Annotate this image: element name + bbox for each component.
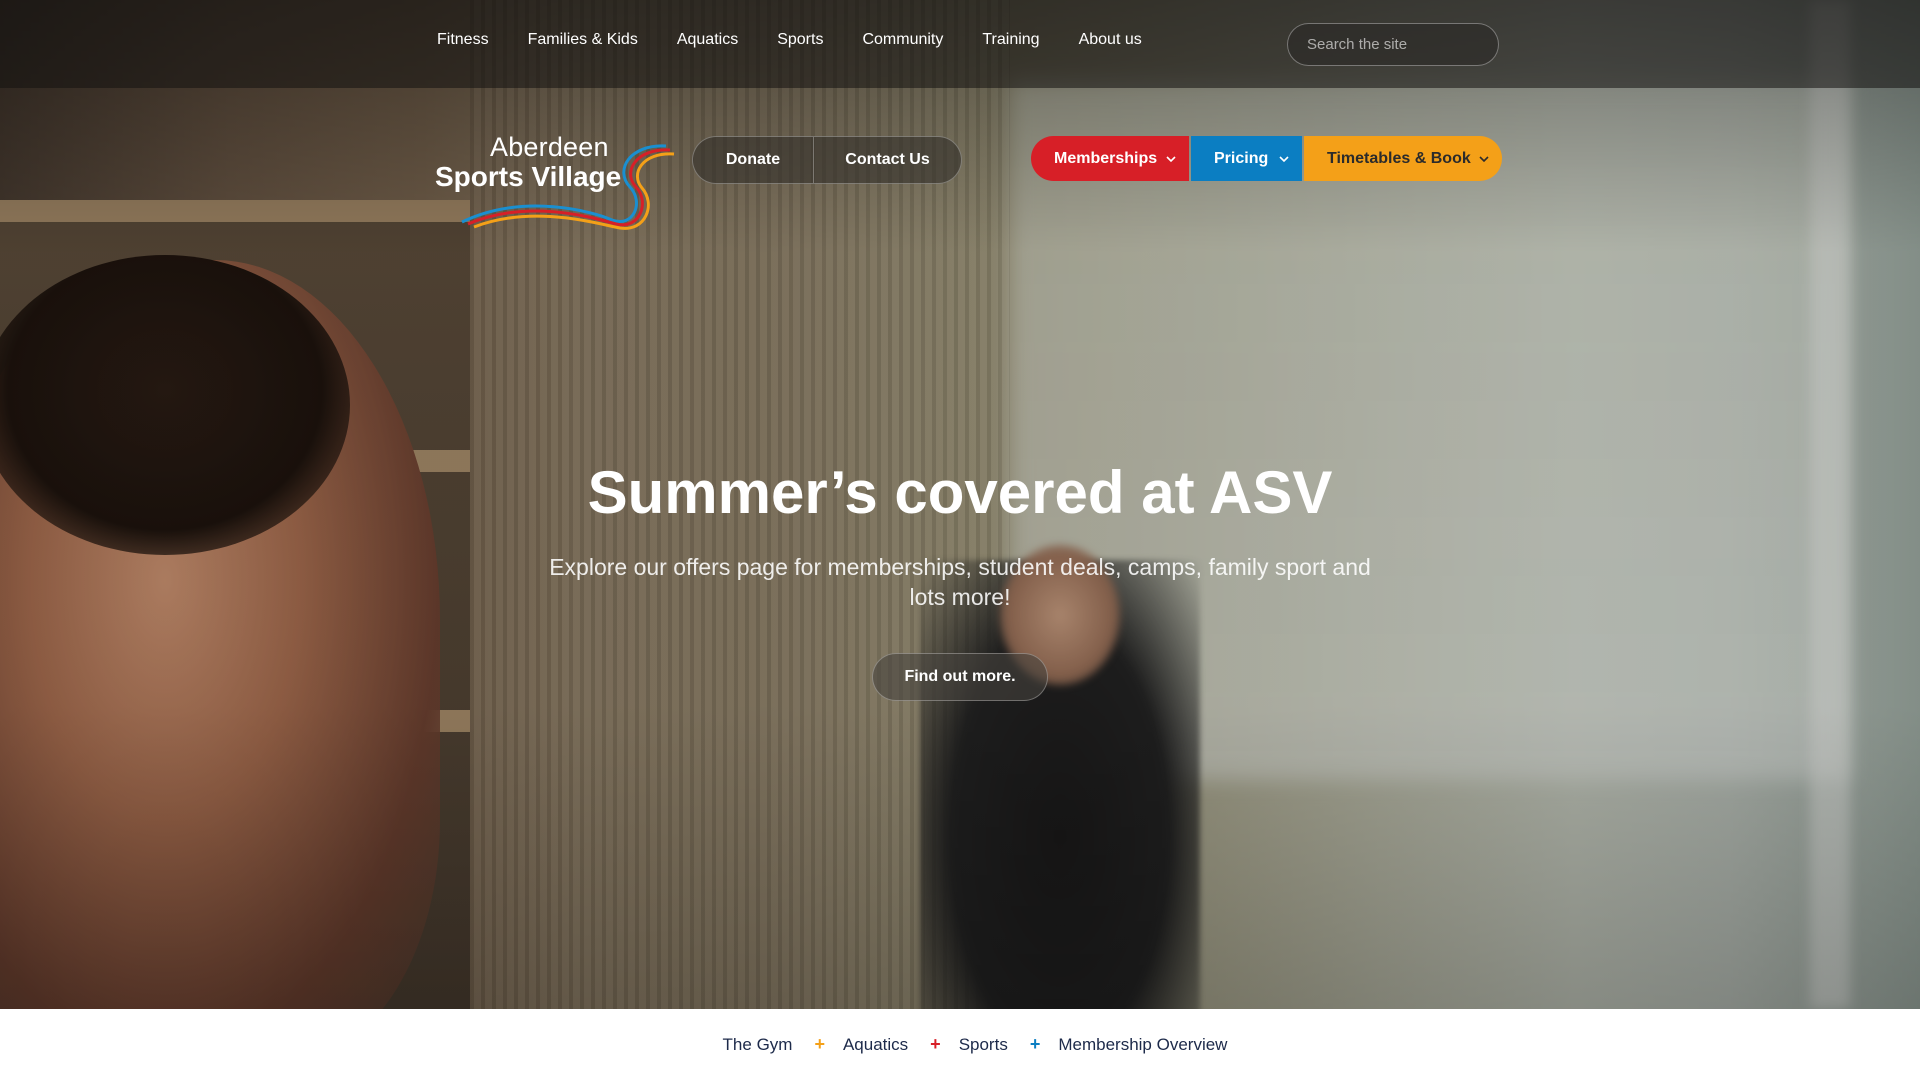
nav-item-sports[interactable]: Sports	[777, 31, 823, 49]
pricing-dropdown[interactable]: Pricing	[1191, 136, 1302, 181]
find-out-more-button[interactable]: Find out more.	[872, 653, 1048, 701]
site-logo[interactable]: Aberdeen Sports Village	[434, 132, 676, 236]
nav-item-about-us[interactable]: About us	[1079, 31, 1142, 49]
memberships-label: Memberships	[1054, 149, 1158, 167]
nav-item-aquatics[interactable]: Aquatics	[677, 31, 738, 49]
pricing-label: Pricing	[1214, 149, 1269, 167]
quicklink-membership-overview[interactable]: Membership Overview	[1058, 1035, 1227, 1055]
timetables-book-dropdown[interactable]: Timetables & Book	[1304, 136, 1502, 181]
cta-dropdown-group: Memberships Pricing Timetables & Book	[1031, 136, 1502, 181]
logo-swoosh-icon	[461, 144, 675, 230]
memberships-dropdown[interactable]: Memberships	[1031, 136, 1189, 181]
hero-headline: Summer’s covered at ASV	[587, 459, 1333, 526]
donate-button[interactable]: Donate	[693, 137, 813, 183]
nav-item-training[interactable]: Training	[982, 31, 1039, 49]
main-nav: Fitness Families & Kids Aquatics Sports …	[437, 31, 1181, 49]
plus-icon: +	[930, 1034, 941, 1054]
chevron-down-icon	[1478, 152, 1490, 170]
hero-subtext: Explore our offers page for memberships,…	[549, 554, 1371, 610]
chevron-down-icon	[1165, 152, 1177, 170]
search-input[interactable]	[1288, 24, 1498, 65]
top-navigation-bar: Fitness Families & Kids Aquatics Sports …	[0, 0, 1920, 88]
quick-links-bar: The Gym + Aquatics + Sports + Membership…	[0, 1009, 1920, 1080]
nav-item-community[interactable]: Community	[862, 31, 943, 49]
nav-item-families-kids[interactable]: Families & Kids	[528, 31, 638, 49]
contact-us-button[interactable]: Contact Us	[813, 137, 961, 183]
donate-contact-group: Donate Contact Us	[692, 136, 962, 184]
plus-icon: +	[1029, 1034, 1041, 1054]
quicklink-sports[interactable]: Sports	[959, 1035, 1008, 1055]
nav-item-fitness[interactable]: Fitness	[437, 31, 489, 49]
timetables-book-label: Timetables & Book	[1327, 149, 1471, 167]
quicklink-the-gym[interactable]: The Gym	[723, 1035, 793, 1055]
quicklink-aquatics[interactable]: Aquatics	[843, 1035, 908, 1055]
chevron-down-icon	[1278, 152, 1290, 170]
plus-icon: +	[814, 1034, 825, 1054]
search-box	[1287, 23, 1499, 66]
